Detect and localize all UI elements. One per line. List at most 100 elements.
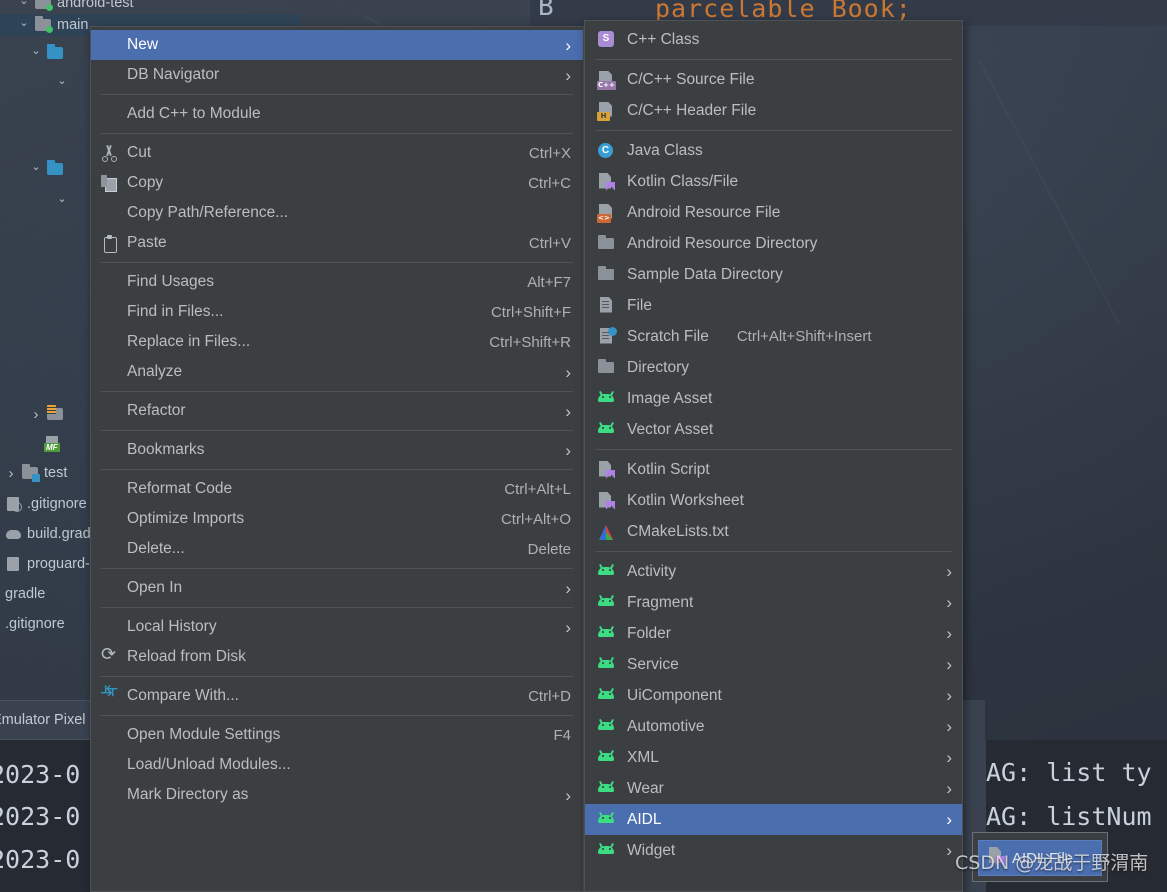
tree-row[interactable]: gradle xyxy=(5,583,45,605)
menu-item-analyze[interactable]: Analyze › xyxy=(91,357,583,387)
menu-item-find-in-files[interactable]: Find in Files... Ctrl+Shift+F xyxy=(91,297,583,327)
tree-row[interactable]: .gitignore xyxy=(5,493,87,515)
submenu-item-android-resource-directory[interactable]: Android Resource Directory xyxy=(585,228,962,259)
tree-row[interactable]: test xyxy=(5,462,67,484)
tree-row[interactable]: android-test xyxy=(18,0,134,14)
folder-test-icon xyxy=(22,464,40,482)
menu-item-open-module-settings[interactable]: Open Module Settings F4 xyxy=(91,720,583,750)
chevron-down-icon[interactable] xyxy=(30,47,42,60)
chevron-down-icon[interactable] xyxy=(18,19,30,32)
submenu-item-directory[interactable]: Directory xyxy=(585,352,962,383)
menu-separator xyxy=(101,430,573,431)
chevron-down-icon[interactable] xyxy=(56,77,68,90)
submenu-item-file[interactable]: File xyxy=(585,290,962,321)
logcat-line: AG: listNum xyxy=(986,802,1152,831)
menu-item-optimize-imports[interactable]: Optimize Imports Ctrl+Alt+O xyxy=(91,504,583,534)
android-icon xyxy=(597,780,627,798)
compare-icon xyxy=(100,679,127,705)
tree-row[interactable]: build.gradle xyxy=(5,523,102,545)
tree-row[interactable]: .gitignore xyxy=(5,613,65,635)
menu-item-add-cpp-to-module[interactable]: Add C++ to Module xyxy=(91,99,583,129)
chevron-right-icon: › xyxy=(946,686,952,705)
submenu-item-aidl[interactable]: AIDL › xyxy=(585,804,962,835)
menu-item-load-unload-modules[interactable]: Load/Unload Modules... xyxy=(91,750,583,780)
submenu-item-android-resource-file[interactable]: <> Android Resource File xyxy=(585,197,962,228)
menu-item-copy-path-reference[interactable]: Copy Path/Reference... xyxy=(91,198,583,228)
submenu-item-uicomponent[interactable]: UiComponent › xyxy=(585,680,962,711)
chevron-right-icon: › xyxy=(565,362,571,382)
submenu-item-c-cpp-source-file[interactable]: C++ C/C++ Source File xyxy=(585,64,962,95)
menu-item-refactor[interactable]: Refactor › xyxy=(91,396,583,426)
menu-item-reload-from-disk[interactable]: Reload from Disk xyxy=(91,642,583,672)
menu-item-paste[interactable]: Paste Ctrl+V xyxy=(91,228,583,258)
tree-item-label: gradle xyxy=(5,586,46,602)
tree-row[interactable]: MF xyxy=(44,433,61,455)
gitignore-icon xyxy=(5,496,22,512)
submenu-item-label: XML xyxy=(627,748,659,766)
folder-resource-icon xyxy=(47,405,64,422)
menu-item-cut[interactable]: Cut Ctrl+X xyxy=(91,138,583,168)
submenu-item-fragment[interactable]: Fragment › xyxy=(585,587,962,618)
menu-item-shortcut: Ctrl+V xyxy=(528,234,571,252)
submenu-item-wear[interactable]: Wear › xyxy=(585,773,962,804)
menu-item-local-history[interactable]: Local History › xyxy=(91,612,583,642)
folder-module-icon xyxy=(35,16,53,33)
chevron-right-icon[interactable] xyxy=(5,465,17,482)
menu-item-db-navigator[interactable]: DB Navigator › xyxy=(91,60,583,90)
tree-row[interactable] xyxy=(30,42,64,64)
submenu-item-java-class[interactable]: C Java Class xyxy=(585,135,962,166)
submenu-item-xml[interactable]: XML › xyxy=(585,742,962,773)
new-submenu[interactable]: S C++ Class C++ C/C++ Source File H C/C+… xyxy=(584,20,963,892)
submenu-item-label: Automotive xyxy=(627,717,705,735)
submenu-item-image-asset[interactable]: Image Asset xyxy=(585,383,962,414)
menu-item-replace-in-files[interactable]: Replace in Files... Ctrl+Shift+R xyxy=(91,327,583,357)
tree-row[interactable] xyxy=(56,72,68,94)
menu-item-new[interactable]: New › xyxy=(91,30,583,60)
editor-tab-label: B xyxy=(538,0,554,22)
submenu-item-widget[interactable]: Widget › xyxy=(585,835,962,866)
submenu-item-vector-asset[interactable]: Vector Asset xyxy=(585,414,962,445)
submenu-item-c-cpp-header-file[interactable]: H C/C++ Header File xyxy=(585,95,962,126)
menu-item-find-usages[interactable]: Find Usages Alt+F7 xyxy=(91,267,583,297)
tree-item-label: test xyxy=(44,465,68,481)
chevron-right-icon[interactable] xyxy=(30,406,42,423)
submenu-item-kotlin-script[interactable]: Kotlin Script xyxy=(585,454,962,485)
tree-row[interactable] xyxy=(30,403,64,425)
menu-item-open-in[interactable]: Open In › xyxy=(91,573,583,603)
submenu-item-label: Java Class xyxy=(627,141,703,159)
menu-item-reformat-code[interactable]: Reformat Code Ctrl+Alt+L xyxy=(91,474,583,504)
chevron-down-icon[interactable] xyxy=(18,0,30,10)
submenu-item-service[interactable]: Service › xyxy=(585,649,962,680)
kotlin-file-icon xyxy=(597,173,627,191)
submenu-item-cmakelists[interactable]: CMakeLists.txt xyxy=(585,516,962,547)
android-icon xyxy=(597,811,627,829)
android-icon xyxy=(597,749,627,767)
tree-row[interactable] xyxy=(56,190,68,212)
submenu-item-kotlin-worksheet[interactable]: Kotlin Worksheet xyxy=(585,485,962,516)
menu-item-label: Open In xyxy=(127,579,183,596)
menu-item-mark-directory-as[interactable]: Mark Directory as › xyxy=(91,780,583,810)
submenu-item-automotive[interactable]: Automotive › xyxy=(585,711,962,742)
menu-item-label: New xyxy=(127,36,159,53)
submenu-item-label: Kotlin Script xyxy=(627,460,710,478)
menu-item-delete[interactable]: Delete... Delete xyxy=(91,534,583,564)
submenu-item-label: Service xyxy=(627,655,679,673)
tree-row[interactable] xyxy=(30,158,64,180)
submenu-item-activity[interactable]: Activity › xyxy=(585,556,962,587)
chevron-down-icon[interactable] xyxy=(30,163,42,176)
menu-item-bookmarks[interactable]: Bookmarks › xyxy=(91,435,583,465)
android-icon xyxy=(597,625,627,643)
submenu-item-cpp-class[interactable]: S C++ Class xyxy=(585,24,962,55)
logcat-device-tab[interactable]: Emulator Pixel xyxy=(0,700,95,740)
submenu-item-folder[interactable]: Folder › xyxy=(585,618,962,649)
chevron-down-icon[interactable] xyxy=(56,195,68,208)
submenu-item-kotlin-class-file[interactable]: Kotlin Class/File xyxy=(585,166,962,197)
menu-item-compare-with[interactable]: Compare With... Ctrl+D xyxy=(91,679,583,711)
submenu-item-label: Folder xyxy=(627,624,671,642)
submenu-item-scratch-file[interactable]: Scratch File Ctrl+Alt+Shift+Insert xyxy=(585,321,962,352)
submenu-item-sample-data-directory[interactable]: Sample Data Directory xyxy=(585,259,962,290)
project-view-context-menu[interactable]: New › DB Navigator › Add C++ to Module C… xyxy=(90,26,584,892)
folder-module-icon xyxy=(35,0,53,11)
chevron-right-icon: › xyxy=(946,562,952,581)
menu-item-copy[interactable]: Copy Ctrl+C xyxy=(91,168,583,198)
